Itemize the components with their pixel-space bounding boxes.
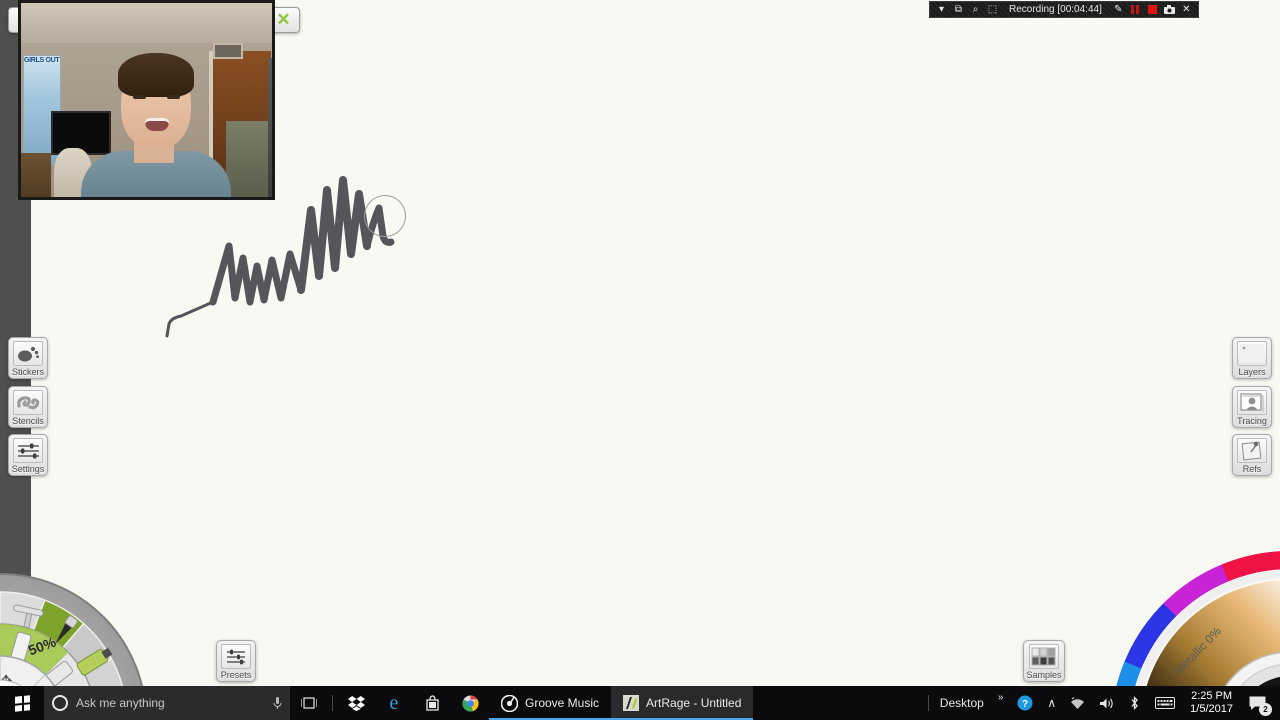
presets-button[interactable]: Presets <box>216 640 256 682</box>
stop-button[interactable] <box>1144 2 1161 17</box>
screen-recorder-toolbar[interactable]: ▾ ⧉ ⌕ ⬚ Recording [00:04:44] ✎ ✕ <box>929 1 1199 18</box>
taskbar-separator <box>332 695 333 711</box>
microphone-icon <box>273 696 282 709</box>
sidebar-label-refs: Refs <box>1242 464 1262 474</box>
color-picker-wheel[interactable] <box>1040 480 1280 720</box>
desktop-toolbar-label[interactable]: Desktop <box>933 686 991 720</box>
tray-separator <box>927 695 929 711</box>
sidebar-item-layers[interactable]: Layers <box>1232 337 1272 379</box>
windows-taskbar: Ask me anything e Groove Music ArtRage -… <box>0 686 1280 720</box>
recording-status-text: Recording [00:04:44] <box>1009 4 1102 15</box>
sidebar-item-stencils[interactable]: Stencils <box>8 386 48 428</box>
webcam-person-eye-right <box>167 95 180 99</box>
region-select-icon[interactable]: ⬚ <box>984 2 1001 17</box>
annotate-pencil-icon[interactable]: ✎ <box>1110 2 1127 17</box>
sidebar-label-stickers: Stickers <box>11 367 44 377</box>
sidebar-label-settings: Settings <box>11 464 45 474</box>
sidebar-label-tracing: Tracing <box>1237 416 1267 426</box>
webcam-chair <box>226 121 272 197</box>
pinned-note-icon <box>1237 438 1267 463</box>
pause-button[interactable] <box>1127 2 1144 17</box>
webcam-side-object <box>268 58 272 197</box>
webcam-person-hair <box>118 53 194 97</box>
keyboard-icon[interactable] <box>1148 686 1182 720</box>
webcam-poster-text: GIRLS OUT <box>24 57 60 64</box>
sliders-list-icon <box>221 644 251 669</box>
search-placeholder-text: Ask me anything <box>76 696 165 710</box>
webcam-wall-vent <box>213 43 243 59</box>
taskbar-clock[interactable]: 2:25 PM 1/5/2017 <box>1182 690 1241 716</box>
help-icon[interactable]: ? <box>1010 686 1040 720</box>
sidebar-item-tracing[interactable]: Tracing <box>1232 386 1272 428</box>
sidebar-item-settings[interactable]: Settings <box>8 434 48 476</box>
start-button[interactable] <box>0 686 44 720</box>
webcam-person-mouth <box>145 118 169 131</box>
sidebar-label-layers: Layers <box>1238 367 1266 377</box>
clock-date: 1/5/2017 <box>1190 703 1233 715</box>
dropbox-icon[interactable] <box>337 686 375 720</box>
task-view-icon[interactable] <box>290 686 328 720</box>
edge-icon[interactable]: e <box>375 686 413 720</box>
taskbar-app-label: ArtRage - Untitled <box>646 696 742 710</box>
windows-logo-icon <box>14 694 30 712</box>
sidebar-item-refs[interactable]: Refs <box>1232 434 1272 476</box>
wifi-icon[interactable] <box>1063 686 1092 720</box>
sidebar-label-stencils: Stencils <box>12 416 44 426</box>
layers-icon <box>1237 341 1267 366</box>
window-mode-icon[interactable]: ⧉ <box>950 2 967 17</box>
chrome-icon[interactable] <box>451 686 489 720</box>
system-tray: Desktop » ? ∧ 2:25 PM 1/5/2017 2 <box>924 686 1280 720</box>
taskbar-app-groove-music[interactable]: Groove Music <box>489 686 612 720</box>
swirl-icon <box>13 390 43 415</box>
groove-icon <box>501 694 518 712</box>
screen-root: ☰ 100% + ↶ ↷ ⊕ ⤓ ⤡ ✕ GIRLS OUT <box>0 0 1280 720</box>
show-hidden-icons-chevron[interactable]: ∧ <box>1040 686 1063 720</box>
webcam-person-eye-left <box>133 95 146 99</box>
volume-icon[interactable] <box>1092 686 1121 720</box>
desktop-toolbar-chevron[interactable]: » <box>991 686 1011 720</box>
taskbar-app-artrage[interactable]: ArtRage - Untitled <box>611 686 754 720</box>
artrage-icon <box>623 695 640 711</box>
clock-time: 2:25 PM <box>1191 690 1233 702</box>
presets-label: Presets <box>220 670 252 680</box>
bluetooth-icon[interactable] <box>1121 686 1148 720</box>
cortana-search-box[interactable]: Ask me anything <box>44 686 290 720</box>
svg-text:?: ? <box>1022 699 1028 710</box>
tracing-image-icon <box>1237 390 1267 415</box>
magnifier-icon[interactable]: ⌕ <box>967 2 984 17</box>
webcam-overlay[interactable]: GIRLS OUT <box>18 0 275 200</box>
footprint-icon <box>13 341 43 366</box>
webcam-furniture <box>21 153 51 197</box>
webcam-ceiling <box>21 3 272 43</box>
dropdown-icon[interactable]: ▾ <box>933 2 950 17</box>
notification-count: 2 <box>1259 703 1272 716</box>
sidebar-item-stickers[interactable]: Stickers <box>8 337 48 379</box>
recorder-close-icon[interactable]: ✕ <box>1178 2 1195 17</box>
brush-cursor <box>364 195 406 237</box>
screenshot-camera-icon[interactable] <box>1161 2 1178 17</box>
action-center-icon[interactable]: 2 <box>1241 686 1274 720</box>
cortana-icon <box>52 695 68 711</box>
store-icon[interactable] <box>413 686 451 720</box>
taskbar-app-label: Groove Music <box>525 696 600 710</box>
sliders-icon <box>13 438 43 463</box>
